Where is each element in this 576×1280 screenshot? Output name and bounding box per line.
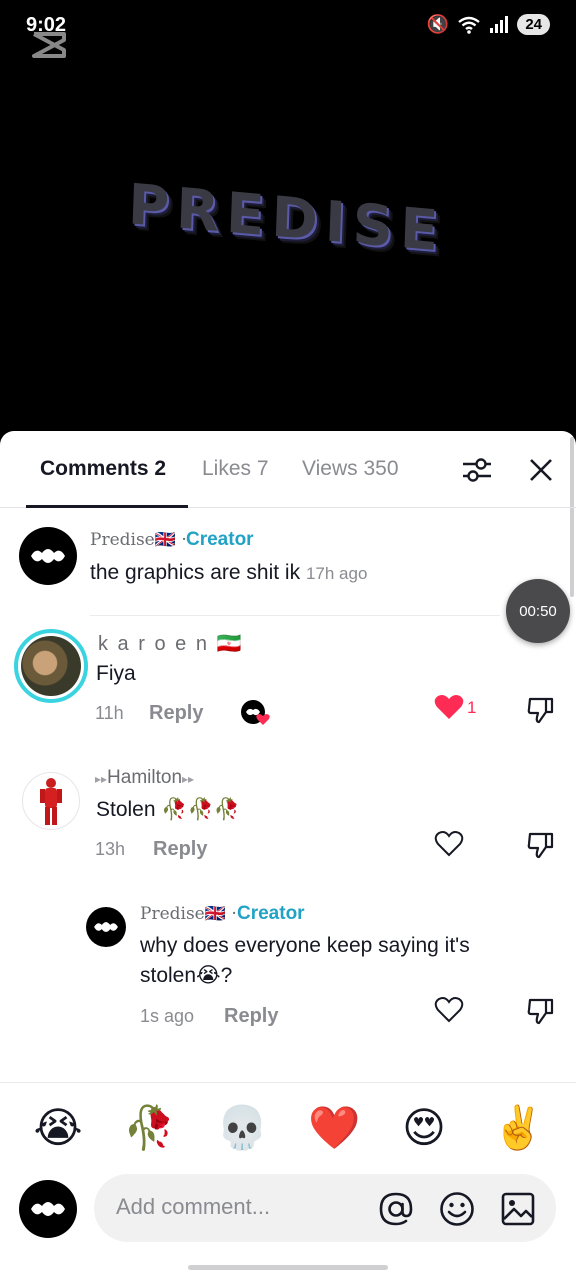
emoji-skull-button[interactable]: 💀: [216, 1104, 268, 1152]
avatar-karoen[interactable]: [14, 629, 88, 703]
home-indicator[interactable]: [188, 1265, 388, 1270]
signal-icon: [490, 15, 509, 33]
status-icons: 🔇 24: [427, 14, 550, 35]
image-icon[interactable]: [500, 1191, 536, 1227]
avatar-creator[interactable]: [19, 527, 77, 585]
reply-button[interactable]: Reply: [224, 1005, 278, 1028]
comment-time: 17h ago: [305, 564, 368, 583]
heart-outline-icon[interactable]: [434, 830, 464, 858]
filter-icon[interactable]: [460, 455, 494, 485]
comment-input[interactable]: Add comment...: [94, 1174, 556, 1242]
tab-views[interactable]: Views 350: [302, 457, 399, 481]
comment-text-line1: why does everyone keep saying it's: [140, 934, 470, 957]
dislike-icon[interactable]: [526, 996, 556, 1026]
reply-button[interactable]: Reply: [153, 838, 207, 861]
mute-icon: 🔇: [426, 14, 450, 34]
creator-badge: Creator: [186, 529, 254, 550]
comment-time: 13h: [95, 839, 126, 859]
wifi-icon: [458, 16, 481, 34]
mention-icon[interactable]: [378, 1191, 414, 1227]
creator-logo-icon: [94, 922, 118, 932]
comment-text: the graphics are shit ik 17h ago: [90, 561, 368, 584]
avatar-hamilton[interactable]: [22, 772, 80, 830]
emoji-victory-hand-button[interactable]: ✌️: [492, 1104, 544, 1152]
decoration-icon: ▸▸: [95, 772, 108, 786]
avatar-figure-icon: [40, 778, 62, 825]
video-player[interactable]: 9:02 🔇 24 PREDISE: [0, 0, 576, 440]
comment-divider: [90, 615, 500, 616]
decoration-icon: ▸▸: [182, 772, 195, 786]
creator-logo-icon: [31, 549, 65, 563]
tab-active-indicator: [26, 505, 188, 508]
avatar-photo: [21, 636, 81, 696]
comment-text: Fiya: [96, 662, 136, 685]
heart-outline-icon[interactable]: [434, 996, 464, 1024]
comment-username[interactable]: Predise🇬🇧 ·: [90, 530, 187, 550]
comment-username[interactable]: ▸▸Hamilton▸▸: [95, 767, 194, 789]
tab-comments[interactable]: Comments 2: [40, 457, 166, 481]
close-icon[interactable]: [526, 455, 556, 485]
comment-time: 1s ago: [140, 1006, 195, 1026]
reply-button[interactable]: Reply: [149, 702, 203, 725]
emoji-picker-icon[interactable]: [439, 1191, 475, 1227]
heart-filled-icon[interactable]: [434, 694, 464, 720]
creator-liked-icon: [241, 700, 270, 725]
comment-username[interactable]: k a r o e n 🇮🇷: [98, 631, 243, 656]
composer-divider: [0, 1082, 576, 1083]
creator-logo-icon: [31, 1202, 65, 1216]
emoji-wilted-rose-button[interactable]: 🥀: [123, 1104, 175, 1152]
comment-username[interactable]: Predise🇬🇧 ·: [140, 904, 237, 924]
emoji-heart-button[interactable]: ❤️: [308, 1104, 360, 1152]
tab-bar: Comments 2 Likes 7 Views 350: [0, 431, 576, 508]
dislike-icon[interactable]: [526, 830, 556, 860]
battery-indicator: 24: [517, 14, 550, 35]
comment-text-line2: stolen😭?: [140, 964, 233, 987]
capcut-logo-icon: [32, 32, 66, 58]
video-title-graphic: PREDISE: [126, 172, 447, 265]
avatar-creator[interactable]: [86, 907, 126, 947]
comment-text: Stolen 🥀🥀🥀: [96, 798, 240, 821]
emoji-heart-eyes-button[interactable]: 😍: [399, 1104, 449, 1152]
tab-likes[interactable]: Likes 7: [202, 457, 269, 481]
timer-badge[interactable]: 00:50: [506, 579, 570, 643]
composer-avatar[interactable]: [19, 1180, 77, 1238]
like-count: 1: [467, 698, 477, 717]
comment-input-placeholder: Add comment...: [116, 1194, 271, 1219]
emoji-loudly-crying-button[interactable]: 😭: [33, 1104, 83, 1152]
dislike-icon[interactable]: [526, 695, 556, 725]
creator-badge: Creator: [237, 903, 305, 924]
comment-time: 11h: [95, 703, 124, 723]
